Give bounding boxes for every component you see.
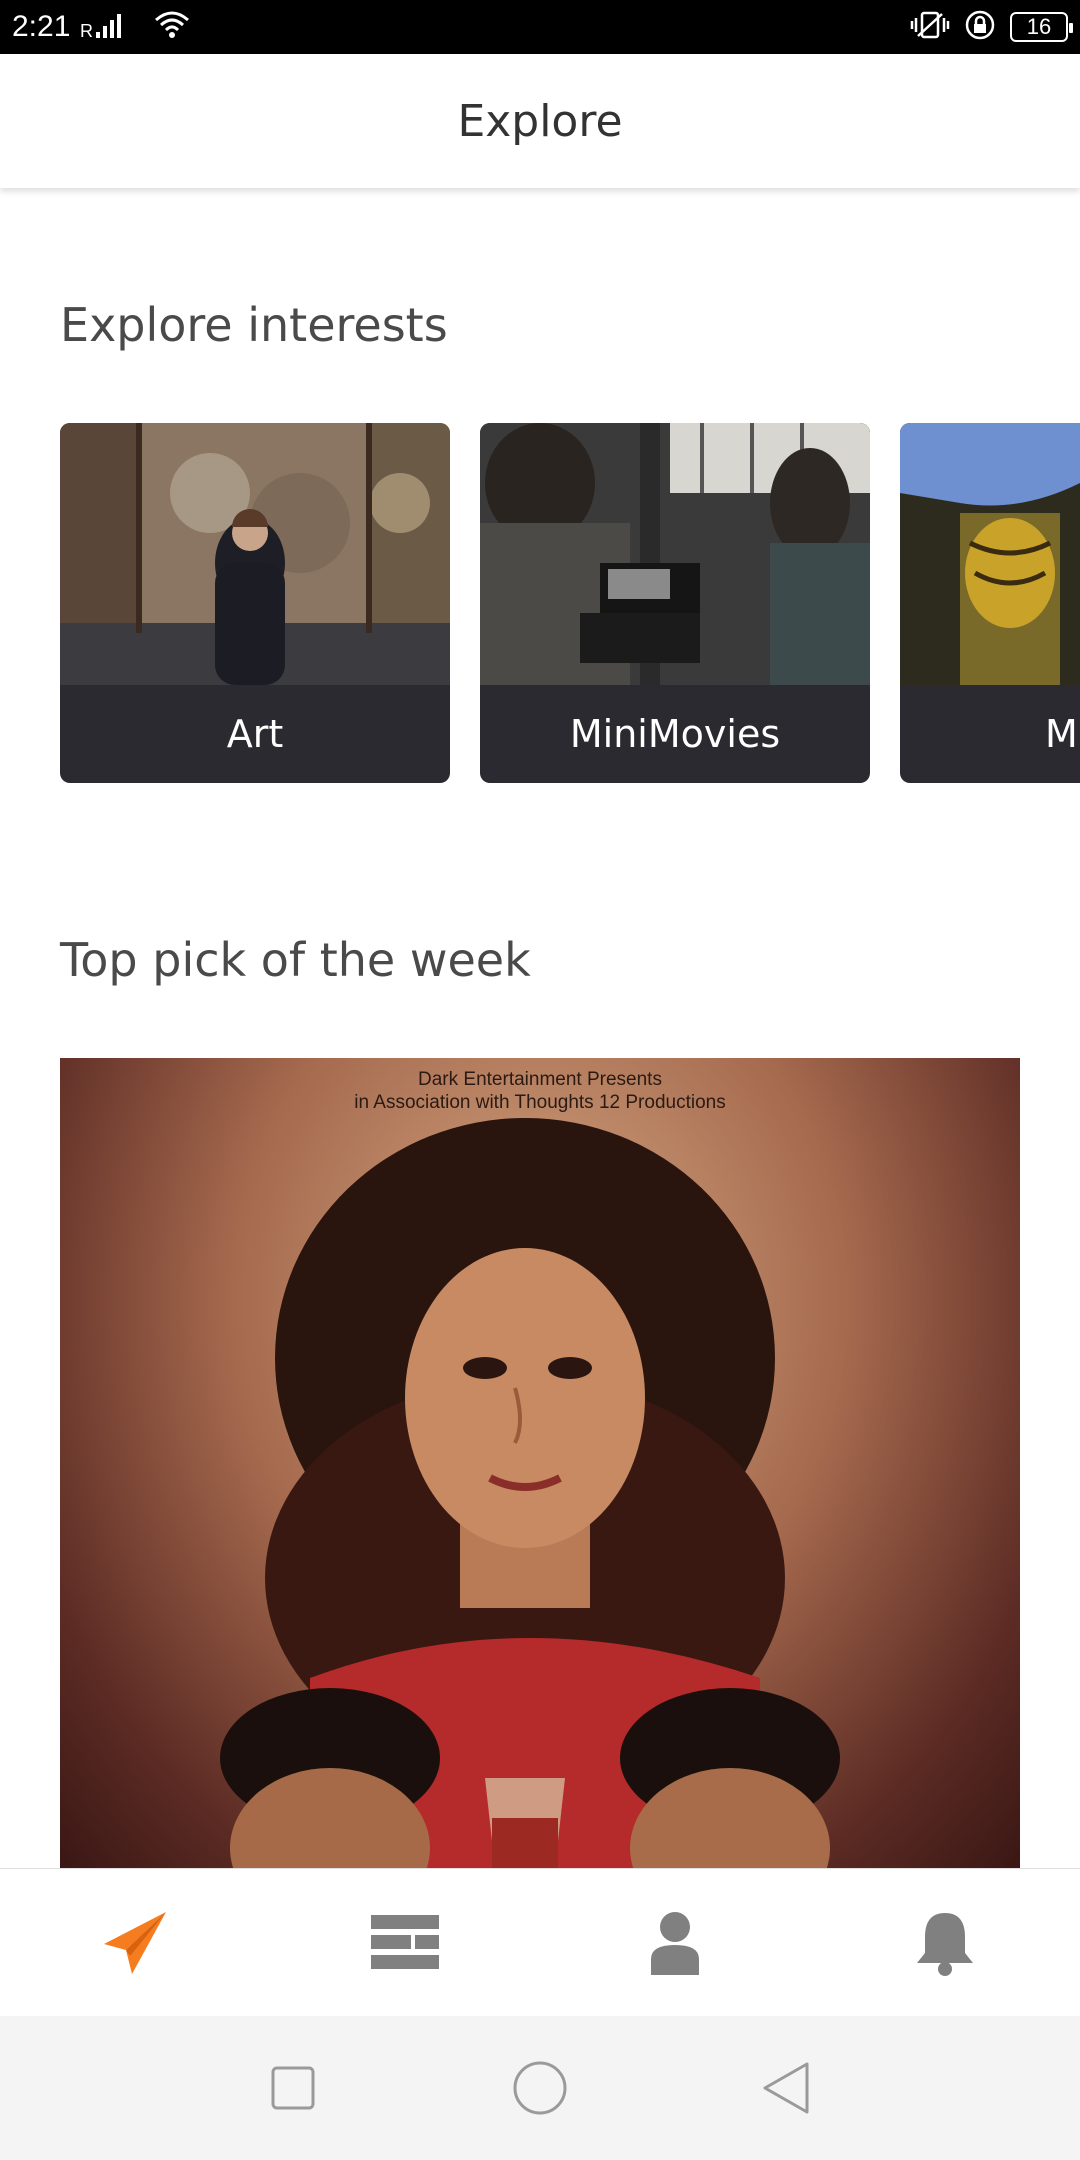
back-button[interactable] — [747, 2048, 827, 2128]
partial-card-thumbnail — [900, 423, 1080, 685]
poster-credit-text: Dark Entertainment Presents in Associati… — [60, 1068, 1020, 1114]
battery-icon: 16 — [1010, 12, 1073, 42]
system-navigation-bar — [0, 2016, 1080, 2160]
circle-icon — [513, 2061, 567, 2115]
section-title-interests: Explore interests — [60, 298, 448, 352]
send-icon — [104, 1911, 166, 1974]
triangle-back-icon — [763, 2062, 809, 2114]
interest-card-label: M — [1045, 712, 1078, 756]
status-bar: 2:21 R 16 — [0, 0, 1080, 54]
nav-notifications[interactable] — [885, 1893, 1005, 1993]
nav-feed[interactable] — [345, 1893, 465, 1993]
nav-explore[interactable] — [75, 1893, 195, 1993]
interest-card-partial[interactable]: M — [900, 423, 1080, 783]
status-time: 2:21 — [12, 10, 71, 43]
interest-card-label: MiniMovies — [569, 712, 781, 756]
poster-credit-line-2: in Association with Thoughts 12 Producti… — [354, 1092, 726, 1113]
poster-credit-line-1: Dark Entertainment Presents — [418, 1069, 662, 1090]
bell-icon — [917, 1912, 973, 1976]
app-bar: Explore — [0, 54, 1080, 188]
network-type: R — [80, 21, 93, 40]
interest-card-art[interactable]: Art — [60, 423, 450, 783]
lock-rotation-icon — [964, 9, 996, 45]
bottom-navigation — [0, 1868, 1080, 2016]
interests-carousel[interactable]: Art MiniMovies M — [60, 423, 1080, 783]
signal-icon: R — [80, 10, 144, 44]
interest-card-label: Art — [226, 712, 284, 756]
minimovies-thumbnail — [480, 423, 870, 685]
section-title-top-pick: Top pick of the week — [60, 933, 531, 987]
square-icon — [271, 2066, 315, 2110]
profile-icon — [651, 1911, 699, 1975]
page-title: Explore — [457, 95, 623, 147]
art-thumbnail — [60, 423, 450, 685]
feed-icon — [371, 1914, 439, 1969]
home-button[interactable] — [500, 2048, 580, 2128]
recents-button[interactable] — [253, 2048, 333, 2128]
interest-card-minimovies[interactable]: MiniMovies — [480, 423, 870, 783]
wifi-icon — [154, 10, 190, 44]
top-pick-poster[interactable]: Dark Entertainment Presents in Associati… — [60, 1058, 1020, 1868]
vibrate-icon — [910, 10, 950, 44]
poster-artwork — [220, 1118, 840, 1868]
nav-profile[interactable] — [615, 1893, 735, 1993]
